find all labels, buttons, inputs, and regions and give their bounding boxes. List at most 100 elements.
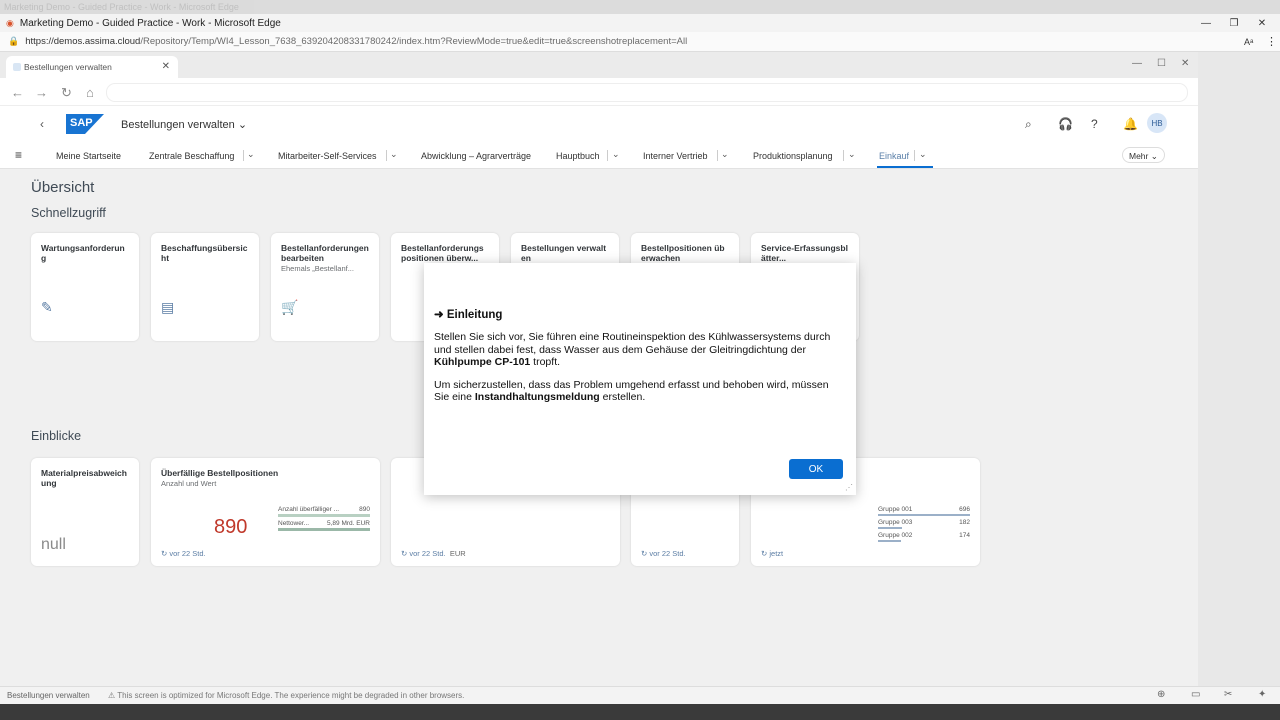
home-icon[interactable]: ⌂ xyxy=(86,85,94,100)
taskbar xyxy=(0,704,1280,720)
close-icon[interactable]: ✕ xyxy=(1248,14,1276,32)
browser-warning: ⚠ This screen is optimized for Microsoft… xyxy=(108,691,465,700)
menu-item-produktionsplanung[interactable]: Produktionsplanung xyxy=(753,151,833,161)
reload-icon[interactable]: ↻ xyxy=(61,85,72,101)
chevron-down-icon[interactable]: ⌄ xyxy=(721,149,729,160)
sap-shell-bar: ‹ SAP Bestellungen verwalten ⌄ ⌕ 🎧 ? 🔔 H… xyxy=(0,106,1198,143)
chevron-down-icon[interactable]: ⌄ xyxy=(919,149,927,160)
app-title-menu[interactable]: Bestellungen verwalten ⌄ xyxy=(121,118,247,131)
overview-icon: ▤ xyxy=(161,299,175,315)
bar-group-002 xyxy=(878,540,901,542)
tile-beschaffungsuebersicht[interactable]: Beschaffungsübersicht ▤ xyxy=(151,233,259,341)
menu-bar: ≡ Meine Startseite Zentrale Beschaffung … xyxy=(0,143,1198,169)
legend-value: 5,89 Mrd. EUR xyxy=(327,520,370,527)
bar-value xyxy=(278,528,370,531)
background-window-strip: Marketing Demo - Guided Practice - Work … xyxy=(0,0,1280,14)
notification-icon[interactable]: 🔔 xyxy=(1123,117,1138,131)
resize-handle-icon[interactable]: ⋰ xyxy=(845,483,853,492)
section-quick-access: Schnellzugriff xyxy=(31,206,106,220)
menu-item-zentrale-beschaffung[interactable]: Zentrale Beschaffung xyxy=(149,151,234,161)
status-page-name: Bestellungen verwalten xyxy=(7,691,90,700)
more-icon[interactable]: ⋮ xyxy=(1266,35,1277,48)
more-menu-button[interactable]: Mehr ⌄ xyxy=(1122,147,1165,163)
chevron-down-icon[interactable]: ⌄ xyxy=(247,149,255,160)
help-icon[interactable]: ? xyxy=(1091,117,1098,131)
tile-title: Wartungsanforderung xyxy=(41,243,125,263)
restore-icon[interactable]: ❐ xyxy=(1220,14,1248,32)
menu-item-meine-startseite[interactable]: Meine Startseite xyxy=(56,151,121,161)
read-aloud-icon[interactable]: A͏ᵃ xyxy=(1244,37,1253,47)
tab-favicon-icon xyxy=(13,63,21,71)
menu-item-interner-vertrieb[interactable]: Interner Vertrieb xyxy=(643,151,708,161)
kpi-value: null xyxy=(41,536,66,553)
tile-footer: ↻ vor 22 Std. EUR xyxy=(401,549,466,558)
address-bar[interactable]: 🔒 https://demos.assima.cloud/Repository/… xyxy=(0,32,1280,52)
dialog-paragraph-2: Um sicherzustellen, dass das Problem umg… xyxy=(434,378,829,404)
bar-group-003 xyxy=(878,527,902,529)
back-chevron-icon[interactable]: ‹ xyxy=(40,117,44,131)
intro-dialog: ➜ Einleitung Stellen Sie sich vor, Sie f… xyxy=(424,263,856,495)
chevron-down-icon[interactable]: ⌄ xyxy=(848,149,856,160)
edge-app-icon: ◉ xyxy=(6,17,14,28)
tile-title: Beschaffungsübersicht xyxy=(161,243,248,263)
tile-title: Bestellanforderungs positionen überw... xyxy=(401,243,484,263)
legend-label: Nettower... xyxy=(278,520,310,527)
tools-icon[interactable]: ✂ xyxy=(1224,689,1232,700)
inner-close-icon[interactable]: ✕ xyxy=(1181,58,1189,69)
tile-title: Service-Erfassungsblätter... xyxy=(761,243,848,263)
tile-title: Überfällige Bestellpositionen xyxy=(161,468,279,478)
chevron-down-icon[interactable]: ⌄ xyxy=(612,149,620,160)
edge-title-bar: ◉ Marketing Demo - Guided Practice - Wor… xyxy=(0,14,1280,32)
zoom-icon[interactable]: ⊕ xyxy=(1157,689,1165,700)
tile-subtitle: Anzahl und Wert xyxy=(161,479,217,488)
tile-ueberfaellige-bestellpositionen[interactable]: Überfällige Bestellpositionen Anzahl und… xyxy=(151,458,380,566)
menu-item-hauptbuch[interactable]: Hauptbuch xyxy=(556,151,600,161)
headset-icon[interactable]: 🎧 xyxy=(1058,117,1073,131)
avatar[interactable]: HB xyxy=(1147,113,1167,133)
legend-value: 890 xyxy=(359,506,370,513)
pin-icon[interactable]: ✦ xyxy=(1258,689,1266,700)
back-icon[interactable]: ← xyxy=(11,85,24,100)
bar-count xyxy=(278,514,370,517)
hamburger-icon[interactable]: ≡ xyxy=(15,148,22,162)
tile-title: Bestellanforderungen bearbeiten xyxy=(281,243,369,263)
bar-group-001 xyxy=(878,514,970,516)
tab-close-icon[interactable]: ✕ xyxy=(162,61,170,72)
tile-wartungsanforderung[interactable]: Wartungsanforderung ✎ xyxy=(31,233,139,341)
inner-nav-bar: ← → ↻ ⌂ xyxy=(0,78,1198,106)
tile-bestellanforderungen-bearbeiten[interactable]: Bestellanforderungen bearbeiten Ehemals … xyxy=(271,233,379,341)
cart-icon: 🛒 xyxy=(281,299,299,315)
ok-button[interactable]: OK xyxy=(789,459,843,479)
inner-url-field[interactable] xyxy=(106,83,1188,102)
url-host: https://demos.assima.cloud xyxy=(25,36,141,47)
tile-subtitle: Ehemals „Bestellanf... xyxy=(281,264,354,273)
sap-logo[interactable]: SAP xyxy=(66,114,104,134)
inner-maximize-icon[interactable]: ☐ xyxy=(1157,58,1166,69)
chevron-down-icon[interactable]: ⌄ xyxy=(390,149,398,160)
inner-tab-bar: Bestellungen verwalten ✕ — ☐ ✕ xyxy=(0,52,1198,78)
tile-footer: ↻ vor 22 Std. xyxy=(161,549,206,558)
comment-icon[interactable]: ▭ xyxy=(1191,689,1200,700)
menu-item-abwicklung-agrarvertraege[interactable]: Abwicklung – Agrarverträge xyxy=(421,151,531,161)
inner-minimize-icon[interactable]: — xyxy=(1132,58,1142,69)
search-icon[interactable]: ⌕ xyxy=(1025,117,1032,132)
tile-footer: ↻ vor 22 Std. xyxy=(641,549,686,558)
forward-icon[interactable]: → xyxy=(35,85,48,100)
dialog-title: ➜ Einleitung xyxy=(434,309,503,321)
tile-materialpreisabweichung[interactable]: Materialpreisabweichung null xyxy=(31,458,139,566)
minimize-icon[interactable]: — xyxy=(1192,14,1220,32)
inner-tab-title: Bestellungen verwalten xyxy=(24,62,112,72)
window-title: Marketing Demo - Guided Practice - Work … xyxy=(19,17,281,29)
tile-title: Bestellpositionen überwachen xyxy=(641,243,725,263)
menu-item-mitarbeiter-self-services[interactable]: Mitarbeiter-Self-Services xyxy=(278,151,377,161)
tile-footer: ↻ jetzt xyxy=(761,549,784,558)
lock-icon: 🔒 xyxy=(8,36,20,46)
tile-title: Bestellungen verwalten xyxy=(521,243,607,263)
page-title: Übersicht xyxy=(31,179,95,196)
menu-item-einkauf[interactable]: Einkauf xyxy=(879,151,909,161)
kpi-value: 890 xyxy=(214,516,248,538)
inner-tab[interactable]: Bestellungen verwalten ✕ xyxy=(6,56,178,78)
section-insights: Einblicke xyxy=(31,429,82,443)
maintenance-icon: ✎ xyxy=(41,299,53,315)
tile-title: Materialpreisabweichung xyxy=(41,468,127,488)
